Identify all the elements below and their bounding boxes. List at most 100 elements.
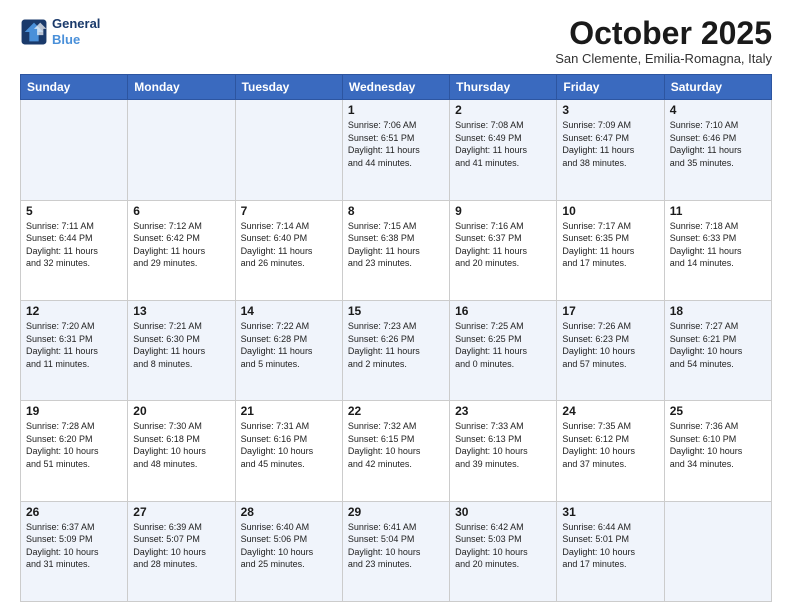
day-info: Sunrise: 7:28 AM Sunset: 6:20 PM Dayligh… — [26, 420, 122, 470]
day-info: Sunrise: 7:30 AM Sunset: 6:18 PM Dayligh… — [133, 420, 229, 470]
day-info: Sunrise: 7:10 AM Sunset: 6:46 PM Dayligh… — [670, 119, 766, 169]
calendar-cell: 26 Sunrise: 6:37 AM Sunset: 5:09 PM Dayli… — [21, 501, 128, 601]
calendar-cell: 22 Sunrise: 7:32 AM Sunset: 6:15 PM Dayli… — [342, 401, 449, 501]
day-info: Sunrise: 7:09 AM Sunset: 6:47 PM Dayligh… — [562, 119, 658, 169]
calendar-week-row: 19 Sunrise: 7:28 AM Sunset: 6:20 PM Dayli… — [21, 401, 772, 501]
calendar-cell: 14 Sunrise: 7:22 AM Sunset: 6:28 PM Dayli… — [235, 300, 342, 400]
day-info: Sunrise: 7:32 AM Sunset: 6:15 PM Dayligh… — [348, 420, 444, 470]
calendar-table: SundayMondayTuesdayWednesdayThursdayFrid… — [20, 74, 772, 602]
calendar-cell: 16 Sunrise: 7:25 AM Sunset: 6:25 PM Dayli… — [450, 300, 557, 400]
calendar-header-wednesday: Wednesday — [342, 75, 449, 100]
day-number: 23 — [455, 404, 551, 418]
day-info: Sunrise: 7:22 AM Sunset: 6:28 PM Dayligh… — [241, 320, 337, 370]
day-number: 28 — [241, 505, 337, 519]
calendar-header-friday: Friday — [557, 75, 664, 100]
day-number: 13 — [133, 304, 229, 318]
calendar-cell: 17 Sunrise: 7:26 AM Sunset: 6:23 PM Dayli… — [557, 300, 664, 400]
day-info: Sunrise: 7:14 AM Sunset: 6:40 PM Dayligh… — [241, 220, 337, 270]
day-number: 24 — [562, 404, 658, 418]
day-info: Sunrise: 6:42 AM Sunset: 5:03 PM Dayligh… — [455, 521, 551, 571]
day-number: 14 — [241, 304, 337, 318]
calendar-cell — [235, 100, 342, 200]
day-info: Sunrise: 6:37 AM Sunset: 5:09 PM Dayligh… — [26, 521, 122, 571]
calendar-cell — [128, 100, 235, 200]
logo-icon — [20, 18, 48, 46]
day-info: Sunrise: 7:08 AM Sunset: 6:49 PM Dayligh… — [455, 119, 551, 169]
logo: General Blue — [20, 16, 100, 47]
day-info: Sunrise: 7:11 AM Sunset: 6:44 PM Dayligh… — [26, 220, 122, 270]
page: General Blue October 2025 San Clemente, … — [0, 0, 792, 612]
day-info: Sunrise: 7:26 AM Sunset: 6:23 PM Dayligh… — [562, 320, 658, 370]
calendar-week-row: 26 Sunrise: 6:37 AM Sunset: 5:09 PM Dayli… — [21, 501, 772, 601]
day-number: 30 — [455, 505, 551, 519]
calendar-header-saturday: Saturday — [664, 75, 771, 100]
day-number: 5 — [26, 204, 122, 218]
day-number: 16 — [455, 304, 551, 318]
day-number: 18 — [670, 304, 766, 318]
header: General Blue October 2025 San Clemente, … — [20, 16, 772, 66]
calendar-cell: 5 Sunrise: 7:11 AM Sunset: 6:44 PM Daylig… — [21, 200, 128, 300]
calendar-cell: 9 Sunrise: 7:16 AM Sunset: 6:37 PM Daylig… — [450, 200, 557, 300]
day-info: Sunrise: 7:35 AM Sunset: 6:12 PM Dayligh… — [562, 420, 658, 470]
day-info: Sunrise: 7:33 AM Sunset: 6:13 PM Dayligh… — [455, 420, 551, 470]
day-info: Sunrise: 7:12 AM Sunset: 6:42 PM Dayligh… — [133, 220, 229, 270]
logo-text: General Blue — [52, 16, 100, 47]
day-number: 27 — [133, 505, 229, 519]
calendar-cell — [664, 501, 771, 601]
day-number: 1 — [348, 103, 444, 117]
calendar-cell: 6 Sunrise: 7:12 AM Sunset: 6:42 PM Daylig… — [128, 200, 235, 300]
day-number: 17 — [562, 304, 658, 318]
calendar-week-row: 12Sunrise: 7:20 AM Sunset: 6:31 PM Dayli… — [21, 300, 772, 400]
day-info: Sunrise: 7:06 AM Sunset: 6:51 PM Dayligh… — [348, 119, 444, 169]
calendar-cell: 21 Sunrise: 7:31 AM Sunset: 6:16 PM Dayli… — [235, 401, 342, 501]
calendar-cell: 24 Sunrise: 7:35 AM Sunset: 6:12 PM Dayli… — [557, 401, 664, 501]
calendar-cell: 28Sunrise: 6:40 AM Sunset: 5:06 PM Dayli… — [235, 501, 342, 601]
day-number: 4 — [670, 103, 766, 117]
calendar-cell: 31Sunrise: 6:44 AM Sunset: 5:01 PM Dayli… — [557, 501, 664, 601]
calendar-header-sunday: Sunday — [21, 75, 128, 100]
day-number: 26 — [26, 505, 122, 519]
title-block: October 2025 San Clemente, Emilia-Romagn… — [555, 16, 772, 66]
day-info: Sunrise: 7:16 AM Sunset: 6:37 PM Dayligh… — [455, 220, 551, 270]
calendar-header-row: SundayMondayTuesdayWednesdayThursdayFrid… — [21, 75, 772, 100]
day-number: 19 — [26, 404, 122, 418]
day-info: Sunrise: 7:18 AM Sunset: 6:33 PM Dayligh… — [670, 220, 766, 270]
calendar-cell: 10Sunrise: 7:17 AM Sunset: 6:35 PM Dayli… — [557, 200, 664, 300]
day-info: Sunrise: 7:23 AM Sunset: 6:26 PM Dayligh… — [348, 320, 444, 370]
calendar-cell: 12Sunrise: 7:20 AM Sunset: 6:31 PM Dayli… — [21, 300, 128, 400]
calendar-header-thursday: Thursday — [450, 75, 557, 100]
calendar-cell: 29Sunrise: 6:41 AM Sunset: 5:04 PM Dayli… — [342, 501, 449, 601]
day-info: Sunrise: 7:27 AM Sunset: 6:21 PM Dayligh… — [670, 320, 766, 370]
day-number: 12 — [26, 304, 122, 318]
calendar-cell: 15Sunrise: 7:23 AM Sunset: 6:26 PM Dayli… — [342, 300, 449, 400]
calendar-cell: 4 Sunrise: 7:10 AM Sunset: 6:46 PM Daylig… — [664, 100, 771, 200]
day-number: 10 — [562, 204, 658, 218]
calendar-cell: 1 Sunrise: 7:06 AM Sunset: 6:51 PM Daylig… — [342, 100, 449, 200]
calendar-cell: 27Sunrise: 6:39 AM Sunset: 5:07 PM Dayli… — [128, 501, 235, 601]
day-info: Sunrise: 7:15 AM Sunset: 6:38 PM Dayligh… — [348, 220, 444, 270]
day-number: 6 — [133, 204, 229, 218]
day-number: 22 — [348, 404, 444, 418]
location: San Clemente, Emilia-Romagna, Italy — [555, 51, 772, 66]
day-info: Sunrise: 7:25 AM Sunset: 6:25 PM Dayligh… — [455, 320, 551, 370]
day-info: Sunrise: 7:21 AM Sunset: 6:30 PM Dayligh… — [133, 320, 229, 370]
calendar-cell: 30 Sunrise: 6:42 AM Sunset: 5:03 PM Dayli… — [450, 501, 557, 601]
calendar-cell: 8 Sunrise: 7:15 AM Sunset: 6:38 PM Daylig… — [342, 200, 449, 300]
day-info: Sunrise: 7:36 AM Sunset: 6:10 PM Dayligh… — [670, 420, 766, 470]
day-info: Sunrise: 6:44 AM Sunset: 5:01 PM Dayligh… — [562, 521, 658, 571]
day-number: 20 — [133, 404, 229, 418]
day-number: 2 — [455, 103, 551, 117]
day-number: 8 — [348, 204, 444, 218]
calendar-header-tuesday: Tuesday — [235, 75, 342, 100]
day-number: 7 — [241, 204, 337, 218]
calendar-cell: 11Sunrise: 7:18 AM Sunset: 6:33 PM Dayli… — [664, 200, 771, 300]
day-info: Sunrise: 7:31 AM Sunset: 6:16 PM Dayligh… — [241, 420, 337, 470]
calendar-cell: 20 Sunrise: 7:30 AM Sunset: 6:18 PM Dayli… — [128, 401, 235, 501]
day-number: 21 — [241, 404, 337, 418]
calendar-cell: 3Sunrise: 7:09 AM Sunset: 6:47 PM Daylig… — [557, 100, 664, 200]
day-number: 9 — [455, 204, 551, 218]
calendar-cell: 13 Sunrise: 7:21 AM Sunset: 6:30 PM Dayli… — [128, 300, 235, 400]
calendar-cell: 2 Sunrise: 7:08 AM Sunset: 6:49 PM Daylig… — [450, 100, 557, 200]
calendar-cell: 25Sunrise: 7:36 AM Sunset: 6:10 PM Dayli… — [664, 401, 771, 501]
calendar-week-row: 5 Sunrise: 7:11 AM Sunset: 6:44 PM Daylig… — [21, 200, 772, 300]
